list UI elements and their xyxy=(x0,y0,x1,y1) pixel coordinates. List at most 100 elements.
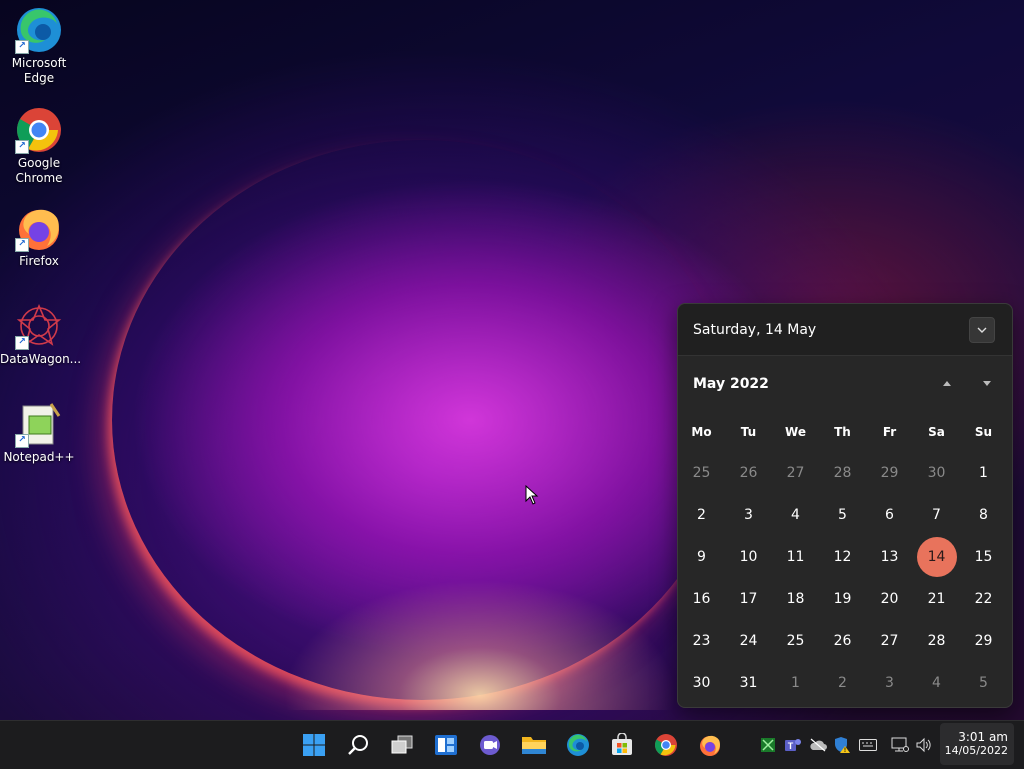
svg-text:!: ! xyxy=(844,748,846,754)
calendar-day-number: 29 xyxy=(974,633,993,649)
calendar-day[interactable]: 16 xyxy=(678,578,725,620)
security-tray-button[interactable]: ! xyxy=(832,735,852,755)
network-tray-button[interactable] xyxy=(890,735,910,755)
calendar-day[interactable]: 19 xyxy=(819,578,866,620)
calendar-day-number: 23 xyxy=(692,633,711,649)
calendar-day[interactable]: 28 xyxy=(913,620,960,662)
calendar-day-number: 26 xyxy=(833,633,852,649)
calendar-day-number: 25 xyxy=(692,465,711,481)
calendar-day[interactable]: 26 xyxy=(819,620,866,662)
calendar-day[interactable]: 1 xyxy=(772,662,819,704)
calendar-day[interactable]: 24 xyxy=(725,620,772,662)
calendar-full-date: Saturday, 14 May xyxy=(693,321,817,338)
desktop-icon-datawagon[interactable]: ↗ DataWagon... xyxy=(0,296,81,367)
calendar-day[interactable]: 3 xyxy=(725,494,772,536)
widgets-icon xyxy=(435,735,457,755)
calendar-day[interactable]: 7 xyxy=(913,494,960,536)
next-month-button[interactable] xyxy=(980,376,994,390)
calendar-day[interactable]: 4 xyxy=(772,494,819,536)
calendar-day[interactable]: 21 xyxy=(913,578,960,620)
keyboard-tray-button[interactable] xyxy=(858,735,878,755)
chrome-taskbar-button[interactable] xyxy=(650,729,682,761)
calendar-day-number: 30 xyxy=(692,675,711,691)
calendar-day[interactable]: 3 xyxy=(866,662,913,704)
calendar-day[interactable]: 29 xyxy=(866,452,913,494)
calendar-day[interactable]: 27 xyxy=(866,620,913,662)
calendar-day[interactable]: 26 xyxy=(725,452,772,494)
calendar-day-number: 27 xyxy=(786,465,805,481)
tray-app-button[interactable] xyxy=(758,735,778,755)
calendar-day-number: 20 xyxy=(880,591,899,607)
firefox-taskbar-button[interactable] xyxy=(694,729,726,761)
calendar-day-number: 11 xyxy=(786,549,805,565)
calendar-day[interactable]: 2 xyxy=(819,662,866,704)
calendar-day-number: 25 xyxy=(786,633,805,649)
calendar-day[interactable]: 10 xyxy=(725,536,772,578)
calendar-day[interactable]: 28 xyxy=(819,452,866,494)
weekday-label: Sa xyxy=(928,425,945,439)
calendar-day-number: 10 xyxy=(739,549,758,565)
notepadpp-icon: ↗ xyxy=(15,400,63,448)
edge-taskbar-button[interactable] xyxy=(562,729,594,761)
calendar-day[interactable]: 27 xyxy=(772,452,819,494)
calendar-day[interactable]: 23 xyxy=(678,620,725,662)
calendar-day[interactable]: 11 xyxy=(772,536,819,578)
calendar-day[interactable]: 12 xyxy=(819,536,866,578)
calendar-day-number: 27 xyxy=(880,633,899,649)
calendar-day[interactable]: 8 xyxy=(960,494,1007,536)
calendar-day-number: 15 xyxy=(974,549,993,565)
calendar-day-number: 7 xyxy=(932,507,941,523)
weekday-label: Th xyxy=(834,425,851,439)
desktop-icon-notepadpp[interactable]: ↗ Notepad++ xyxy=(0,394,78,465)
collapse-calendar-button[interactable] xyxy=(969,317,995,343)
file-explorer-button[interactable] xyxy=(518,729,550,761)
calendar-day[interactable]: 17 xyxy=(725,578,772,620)
desktop-icon-edge[interactable]: ↗ Microsoft Edge xyxy=(0,0,78,86)
calendar-day[interactable]: 6 xyxy=(866,494,913,536)
calendar-day-number: 13 xyxy=(880,549,899,565)
calendar-day[interactable]: 5 xyxy=(960,662,1007,704)
calendar-day[interactable]: 5 xyxy=(819,494,866,536)
teams-icon: T xyxy=(785,739,801,751)
calendar-day-selected[interactable]: 14 xyxy=(913,536,960,578)
search-button[interactable] xyxy=(342,729,374,761)
widgets-button[interactable] xyxy=(430,729,462,761)
calendar-day[interactable]: 22 xyxy=(960,578,1007,620)
calendar-day[interactable]: 29 xyxy=(960,620,1007,662)
onedrive-tray-button[interactable] xyxy=(808,735,828,755)
volume-tray-button[interactable] xyxy=(914,735,934,755)
task-view-button[interactable] xyxy=(386,729,418,761)
calendar-day-number: 26 xyxy=(739,465,758,481)
calendar-flyout: Saturday, 14 May May 2022 Mo Tu We Th Fr… xyxy=(677,303,1013,708)
desktop-icon-label: Firefox xyxy=(19,254,59,268)
chat-button[interactable] xyxy=(474,729,506,761)
start-button[interactable] xyxy=(298,729,330,761)
calendar-day[interactable]: 4 xyxy=(913,662,960,704)
teams-tray-button[interactable]: T xyxy=(783,735,803,755)
calendar-day[interactable]: 30 xyxy=(913,452,960,494)
calendar-week-row: 23 24 25 26 27 28 29 xyxy=(678,620,1012,662)
calendar-day[interactable]: 30 xyxy=(678,662,725,704)
calendar-day-number: 5 xyxy=(838,507,847,523)
mouse-cursor-icon xyxy=(525,484,539,509)
calendar-day[interactable]: 25 xyxy=(678,452,725,494)
store-icon xyxy=(612,733,632,755)
calendar-day[interactable]: 15 xyxy=(960,536,1007,578)
calendar-week-row: 30 31 1 2 3 4 5 xyxy=(678,662,1012,704)
calendar-day[interactable]: 2 xyxy=(678,494,725,536)
desktop-icon-chrome[interactable]: ↗ Google Chrome xyxy=(0,100,78,186)
calendar-day[interactable]: 25 xyxy=(772,620,819,662)
weekday-header-row: Mo Tu We Th Fr Sa Su xyxy=(678,412,1012,452)
calendar-day[interactable]: 13 xyxy=(866,536,913,578)
calendar-day[interactable]: 9 xyxy=(678,536,725,578)
previous-month-button[interactable] xyxy=(940,376,954,390)
calendar-day[interactable]: 20 xyxy=(866,578,913,620)
taskbar-clock[interactable]: 3:01 am 14/05/2022 xyxy=(940,723,1014,765)
datawagon-icon: ↗ xyxy=(15,302,63,350)
month-label[interactable]: May 2022 xyxy=(693,376,769,392)
store-button[interactable] xyxy=(606,729,638,761)
calendar-day[interactable]: 1 xyxy=(960,452,1007,494)
desktop-icon-firefox[interactable]: ↗ Firefox xyxy=(0,198,78,269)
calendar-day[interactable]: 31 xyxy=(725,662,772,704)
calendar-day[interactable]: 18 xyxy=(772,578,819,620)
